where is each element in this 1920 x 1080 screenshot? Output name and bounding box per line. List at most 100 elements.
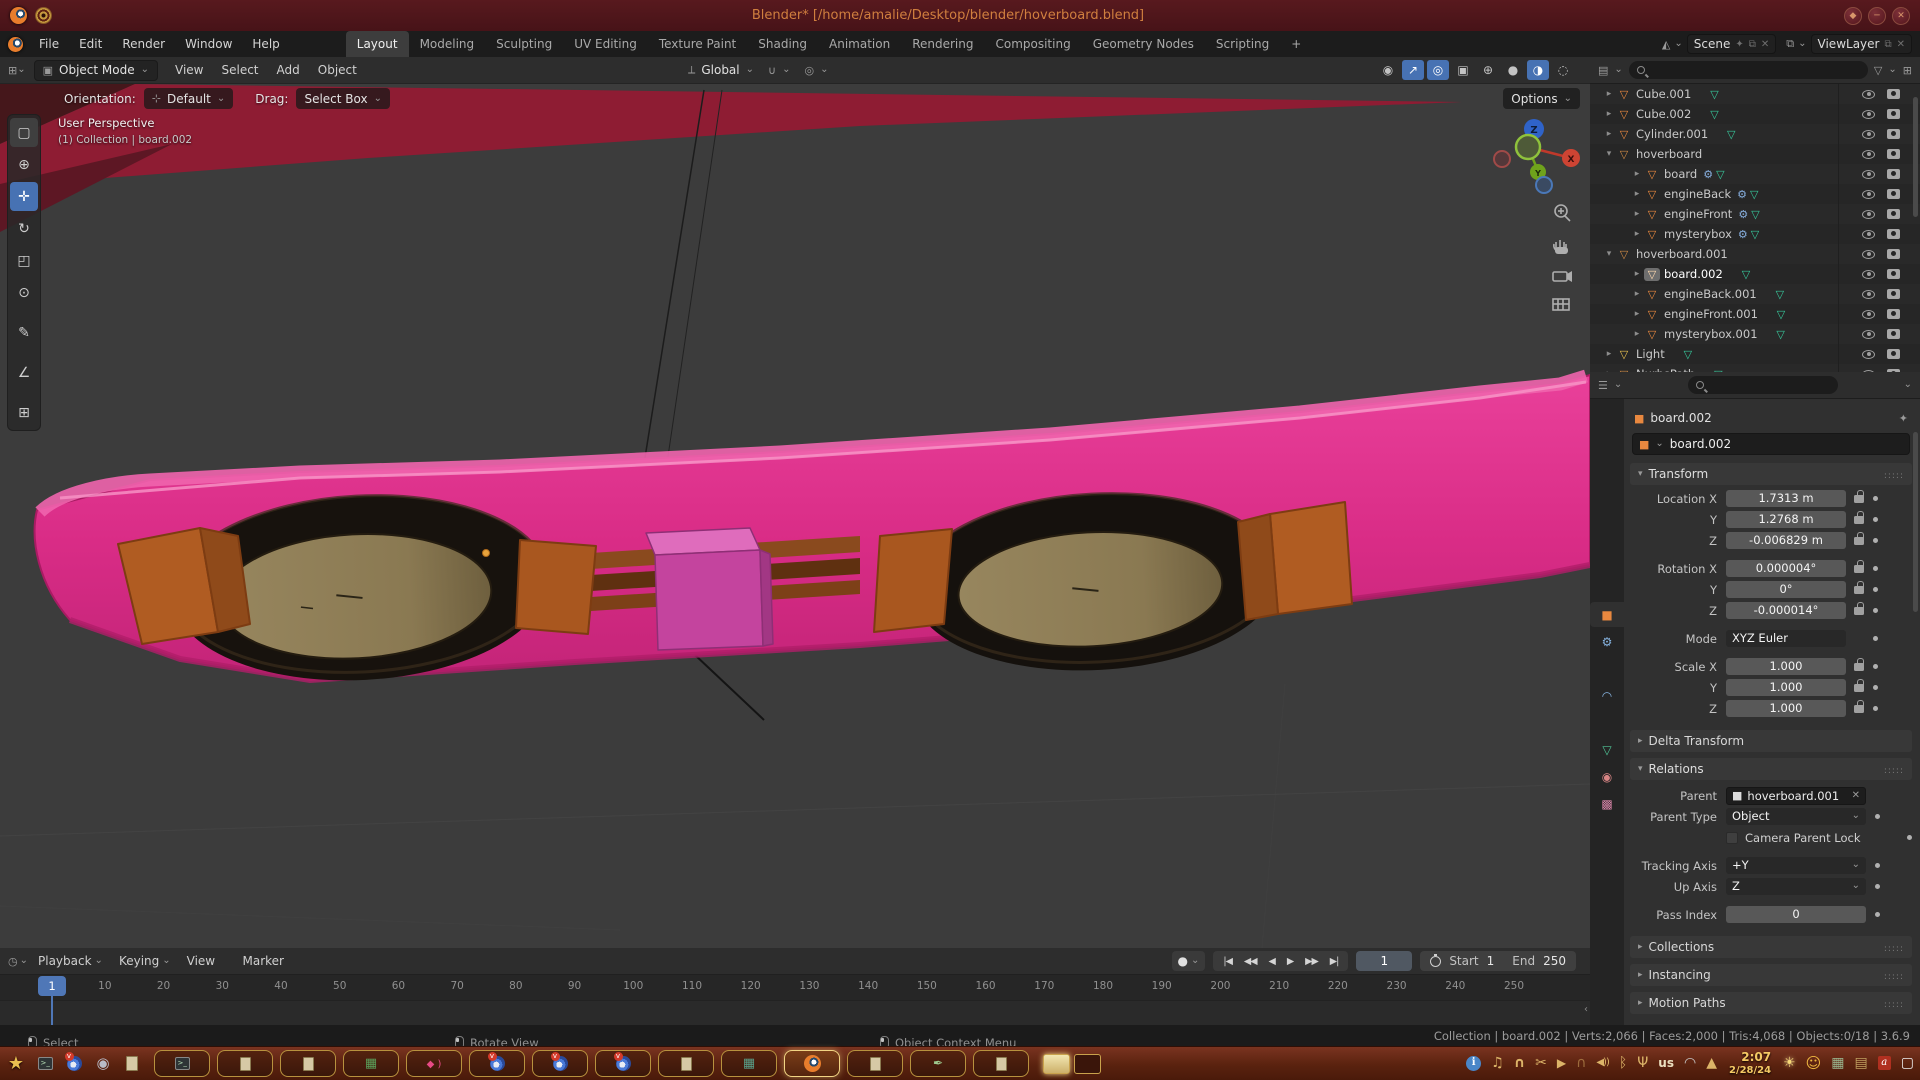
orientation-icon[interactable]: ⟂ <box>688 63 695 77</box>
up-axis-dropdown[interactable]: Z <box>1726 878 1866 895</box>
name-dropdown-icon[interactable] <box>1655 437 1663 451</box>
outliner-row[interactable]: ▸ ▽ board ⚙ ▽ <box>1590 164 1920 184</box>
viewport-toggle-icon[interactable]: ◉ <box>1377 60 1399 80</box>
workspace-tab[interactable]: Geometry Nodes <box>1082 31 1205 57</box>
nurbs-path-curve[interactable] <box>694 654 764 720</box>
task-button[interactable] <box>973 1050 1029 1077</box>
task-button[interactable] <box>280 1050 336 1077</box>
viewport-canvas[interactable]: Z X Y <box>0 84 1590 948</box>
viewport-menu-item[interactable]: View <box>166 63 212 77</box>
drag-handle-icon[interactable] <box>1884 762 1904 776</box>
disable-render-icon[interactable] <box>1887 129 1900 139</box>
value-field[interactable]: -0.006829 m <box>1726 532 1846 549</box>
outliner-row[interactable]: ▸ ▽ engineBack.001 ⚙ ▽ <box>1590 284 1920 304</box>
value-field[interactable]: 0.000004° <box>1726 560 1846 577</box>
object-name[interactable]: engineBack.001 <box>1664 287 1757 301</box>
lock-icon[interactable] <box>1854 516 1864 524</box>
task-button[interactable] <box>406 1050 462 1077</box>
expand-caret-icon[interactable]: ▸ <box>1630 329 1644 339</box>
mystery-box-cube[interactable] <box>646 528 773 650</box>
ortho-grid-icon[interactable] <box>1553 299 1569 310</box>
outliner-row[interactable]: ▸ ▽ engineFront ⚙ ▽ <box>1590 204 1920 224</box>
disable-render-icon[interactable] <box>1887 269 1900 279</box>
value-field[interactable]: 1.7313 m <box>1726 490 1846 507</box>
tray-icon[interactable] <box>1706 1056 1717 1070</box>
outliner-row[interactable]: ▸ ▽ mysterybox ⚙ ▽ <box>1590 224 1920 244</box>
copy-icon[interactable]: ⧉ <box>1884 39 1891 50</box>
task-button[interactable] <box>910 1050 966 1077</box>
hide-eye-icon[interactable] <box>1862 330 1875 339</box>
task-button[interactable] <box>847 1050 903 1077</box>
outliner-scrollbar[interactable] <box>1913 97 1918 217</box>
object-name[interactable]: Light <box>1636 347 1665 361</box>
clock[interactable]: 2:07 2/28/24 <box>1729 1051 1771 1076</box>
disable-render-icon[interactable] <box>1887 109 1900 119</box>
workspace-tab[interactable]: Layout <box>346 31 409 57</box>
drag-handle-icon[interactable] <box>1884 968 1904 982</box>
menu-item[interactable]: Edit <box>69 31 112 57</box>
transform-section-header[interactable]: ▾Transform <box>1630 463 1912 485</box>
frame-tick[interactable]: 250 <box>1504 980 1524 992</box>
disable-render-icon[interactable] <box>1887 249 1900 259</box>
frame-tick[interactable]: 80 <box>509 980 522 992</box>
frame-tick[interactable]: 40 <box>274 980 287 992</box>
properties-tab[interactable]: ◠ <box>1590 683 1624 708</box>
frame-tick[interactable]: 240 <box>1445 980 1465 992</box>
pan-hand-icon[interactable] <box>1554 240 1568 254</box>
proportional-dropdown-icon[interactable] <box>820 63 828 77</box>
frame-tick[interactable]: 180 <box>1093 980 1113 992</box>
drag-handle-icon[interactable] <box>1884 467 1904 481</box>
snap-dropdown-icon[interactable] <box>782 63 790 77</box>
object-name[interactable]: board <box>1664 167 1697 181</box>
properties-scrollbar[interactable] <box>1913 432 1918 612</box>
options-button[interactable]: Options <box>1503 88 1580 109</box>
playback-button[interactable]: ▶| <box>1324 956 1345 967</box>
menu-item[interactable]: Render <box>112 31 175 57</box>
viewport-menu-item[interactable]: Select <box>212 63 267 77</box>
disable-render-icon[interactable] <box>1887 149 1900 159</box>
orientation-dropdown[interactable]: ⊹ Default <box>144 88 233 109</box>
hide-eye-icon[interactable] <box>1862 270 1875 279</box>
workspace-thumbnail[interactable] <box>1074 1054 1101 1074</box>
expand-caret-icon[interactable]: ▸ <box>1630 229 1644 239</box>
parent-type-dropdown[interactable]: Object <box>1726 808 1866 825</box>
menu-item[interactable]: Help <box>242 31 289 57</box>
viewlayer-icon[interactable]: ⧉ <box>1786 37 1794 51</box>
auto-keying-button[interactable]: ● <box>1172 951 1206 971</box>
disable-render-icon[interactable] <box>1887 169 1900 179</box>
blender-menu-icon[interactable] <box>8 37 23 52</box>
object-origin-dot[interactable] <box>483 550 490 557</box>
frame-tick[interactable]: 20 <box>157 980 170 992</box>
menu-item[interactable]: File <box>29 31 69 57</box>
object-name[interactable]: mysterybox.001 <box>1664 327 1758 341</box>
pin-icon[interactable]: ✦ <box>1735 39 1743 50</box>
outliner-row[interactable]: ▸ ▽ Cube.001 ⚙ ▽ <box>1590 84 1920 104</box>
outliner-row[interactable]: ▸ ▽ NurbsPath ⚙ ▽ <box>1590 364 1920 372</box>
frame-tick[interactable]: 110 <box>682 980 702 992</box>
gizmo-neg-x-axis[interactable] <box>1494 151 1510 167</box>
gizmo-y-front[interactable] <box>1516 135 1540 159</box>
tray-icon[interactable] <box>1466 1056 1481 1071</box>
collapsed-section-header[interactable]: ▸Collections <box>1630 936 1912 958</box>
tray-icon[interactable] <box>1557 1057 1566 1069</box>
animate-dot-icon[interactable] <box>1875 884 1880 889</box>
frame-tick[interactable]: 60 <box>392 980 405 992</box>
filter-icon[interactable]: ▽ <box>1874 64 1882 77</box>
frame-tick[interactable]: 100 <box>623 980 643 992</box>
orientation-dropdown-icon[interactable] <box>746 63 754 77</box>
mode-selector[interactable]: ▣ Object Mode <box>34 60 158 81</box>
viewport-toggle-icon[interactable]: ◌ <box>1552 60 1574 80</box>
animate-dot-icon[interactable] <box>1873 496 1878 501</box>
gizmo-neg-z-axis[interactable] <box>1536 177 1552 193</box>
animate-dot-icon[interactable] <box>1873 608 1878 613</box>
pass-index-field[interactable]: 0 <box>1726 906 1866 923</box>
animate-dot-icon[interactable] <box>1875 863 1880 868</box>
expand-caret-icon[interactable]: ▸ <box>1630 209 1644 219</box>
outliner-row[interactable]: ▸ ▽ engineBack ⚙ ▽ <box>1590 184 1920 204</box>
lock-icon[interactable] <box>1854 684 1864 692</box>
properties-tab[interactable]: ▽ <box>1590 737 1624 762</box>
object-name[interactable]: mysterybox <box>1664 227 1732 241</box>
hide-eye-icon[interactable] <box>1862 310 1875 319</box>
viewport-toggle-icon[interactable]: ◎ <box>1427 60 1449 80</box>
filter-dropdown-icon[interactable] <box>1888 63 1896 77</box>
